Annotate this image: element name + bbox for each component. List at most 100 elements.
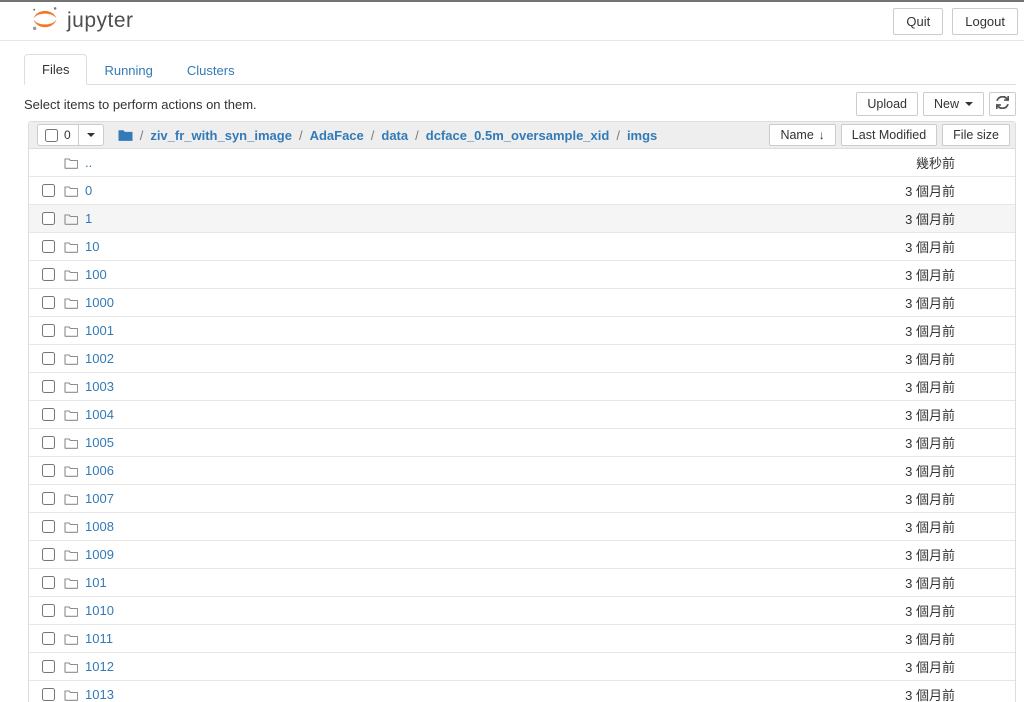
table-row[interactable]: 0 3 個月前 xyxy=(29,176,1015,204)
sort-last-modified-button[interactable]: Last Modified xyxy=(840,124,938,146)
folder-icon xyxy=(64,633,80,645)
table-row[interactable]: 101 3 個月前 xyxy=(29,568,1015,596)
folder-link[interactable]: 1013 xyxy=(85,687,114,702)
row-checkbox[interactable] xyxy=(42,240,55,253)
folder-link[interactable]: 1001 xyxy=(85,323,114,338)
folder-link[interactable]: 100 xyxy=(85,267,107,282)
folder-link[interactable]: 1011 xyxy=(85,631,113,646)
table-row[interactable]: 1007 3 個月前 xyxy=(29,484,1015,512)
table-row[interactable]: 1006 3 個月前 xyxy=(29,456,1015,484)
folder-icon xyxy=(64,549,80,561)
table-row[interactable]: 1008 3 個月前 xyxy=(29,512,1015,540)
folder-icon[interactable] xyxy=(118,129,133,142)
last-modified-text: 3 個月前 xyxy=(905,268,955,283)
breadcrumb-link[interactable]: AdaFace xyxy=(310,128,364,143)
last-modified-text: 3 個月前 xyxy=(905,352,955,367)
folder-link[interactable]: 10 xyxy=(85,239,99,254)
select-all-button[interactable]: 0 xyxy=(37,124,79,146)
table-row[interactable]: 10 3 個月前 xyxy=(29,232,1015,260)
row-checkbox[interactable] xyxy=(42,604,55,617)
select-filter-dropdown[interactable] xyxy=(78,124,104,146)
row-checkbox[interactable] xyxy=(42,380,55,393)
table-row[interactable]: 1003 3 個月前 xyxy=(29,372,1015,400)
app-header: jupyter Quit Logout xyxy=(0,2,1024,41)
folder-link[interactable]: 1 xyxy=(85,211,92,226)
row-checkbox[interactable] xyxy=(42,688,55,701)
breadcrumb-link[interactable]: data xyxy=(381,128,408,143)
table-row[interactable]: 1000 3 個月前 xyxy=(29,288,1015,316)
table-row[interactable]: 1004 3 個月前 xyxy=(29,400,1015,428)
row-checkbox[interactable] xyxy=(42,492,55,505)
jupyter-logo-icon xyxy=(30,4,60,39)
sort-file-size-button[interactable]: File size xyxy=(942,124,1010,146)
table-row[interactable]: 1002 3 個月前 xyxy=(29,344,1015,372)
folder-link[interactable]: 1004 xyxy=(85,407,114,422)
row-checkbox[interactable] xyxy=(42,660,55,673)
row-checkbox[interactable] xyxy=(42,436,55,449)
last-modified-text: 3 個月前 xyxy=(905,688,955,702)
table-row[interactable]: 1013 3 個月前 xyxy=(29,680,1015,702)
folder-link[interactable]: 1005 xyxy=(85,435,114,450)
row-checkbox[interactable] xyxy=(42,464,55,477)
folder-link[interactable]: 1006 xyxy=(85,463,114,478)
folder-link[interactable]: 1012 xyxy=(85,659,114,674)
folder-icon xyxy=(64,437,80,449)
row-checkbox[interactable] xyxy=(42,352,55,365)
folder-link[interactable]: 1000 xyxy=(85,295,114,310)
last-modified-text: 3 個月前 xyxy=(905,324,955,339)
breadcrumb-separator: / xyxy=(370,127,375,143)
folder-icon xyxy=(64,465,80,477)
logo-wordmark: jupyter xyxy=(67,9,134,32)
folder-link[interactable]: 1003 xyxy=(85,379,114,394)
chevron-down-icon xyxy=(86,133,95,137)
row-checkbox[interactable] xyxy=(42,548,55,561)
quit-button[interactable]: Quit xyxy=(893,7,944,35)
upload-button[interactable]: Upload xyxy=(856,92,918,116)
new-dropdown-button[interactable]: New xyxy=(922,92,984,116)
folder-link[interactable]: 1009 xyxy=(85,547,114,562)
sort-name-label: Name xyxy=(780,128,814,142)
folder-link[interactable]: .. xyxy=(85,155,92,170)
table-row[interactable]: 1010 3 個月前 xyxy=(29,596,1015,624)
folder-icon xyxy=(64,605,80,617)
table-row[interactable]: 1012 3 個月前 xyxy=(29,652,1015,680)
refresh-button[interactable] xyxy=(989,92,1016,116)
folder-icon xyxy=(64,409,80,421)
row-checkbox[interactable] xyxy=(42,296,55,309)
tab-clusters[interactable]: Clusters xyxy=(170,56,252,85)
row-checkbox[interactable] xyxy=(42,212,55,225)
tab-files[interactable]: Files xyxy=(24,54,88,85)
table-row[interactable]: .. 幾秒前 xyxy=(29,149,1015,176)
folder-link[interactable]: 1008 xyxy=(85,519,114,534)
jupyter-logo[interactable]: jupyter xyxy=(30,4,134,39)
folder-link[interactable]: 101 xyxy=(85,575,107,590)
folder-link[interactable]: 0 xyxy=(85,183,92,198)
folder-link[interactable]: 1002 xyxy=(85,351,114,366)
select-all-checkbox[interactable] xyxy=(45,128,58,142)
folder-icon xyxy=(64,661,80,673)
breadcrumb-link[interactable]: imgs xyxy=(627,128,657,143)
table-row[interactable]: 100 3 個月前 xyxy=(29,260,1015,288)
table-row[interactable]: 1009 3 個月前 xyxy=(29,540,1015,568)
tab-running[interactable]: Running xyxy=(87,56,169,85)
folder-link[interactable]: 1010 xyxy=(85,603,114,618)
row-checkbox[interactable] xyxy=(42,520,55,533)
row-checkbox[interactable] xyxy=(42,324,55,337)
breadcrumb-link[interactable]: ziv_fr_with_syn_image xyxy=(150,128,292,143)
table-row[interactable]: 1005 3 個月前 xyxy=(29,428,1015,456)
row-checkbox[interactable] xyxy=(42,632,55,645)
row-checkbox[interactable] xyxy=(42,576,55,589)
table-row[interactable]: 1001 3 個月前 xyxy=(29,316,1015,344)
folder-icon xyxy=(64,521,80,533)
folder-link[interactable]: 1007 xyxy=(85,491,114,506)
breadcrumb-link[interactable]: dcface_0.5m_oversample_xid xyxy=(426,128,610,143)
row-checkbox[interactable] xyxy=(42,184,55,197)
table-row[interactable]: 1011 3 個月前 xyxy=(29,624,1015,652)
sort-name-button[interactable]: Name ↓ xyxy=(769,124,836,146)
row-checkbox[interactable] xyxy=(42,268,55,281)
folder-icon xyxy=(64,157,80,169)
row-checkbox[interactable] xyxy=(42,408,55,421)
last-modified-text: 3 個月前 xyxy=(905,548,955,563)
table-row[interactable]: 1 3 個月前 xyxy=(29,204,1015,232)
logout-button[interactable]: Logout xyxy=(952,7,1018,35)
